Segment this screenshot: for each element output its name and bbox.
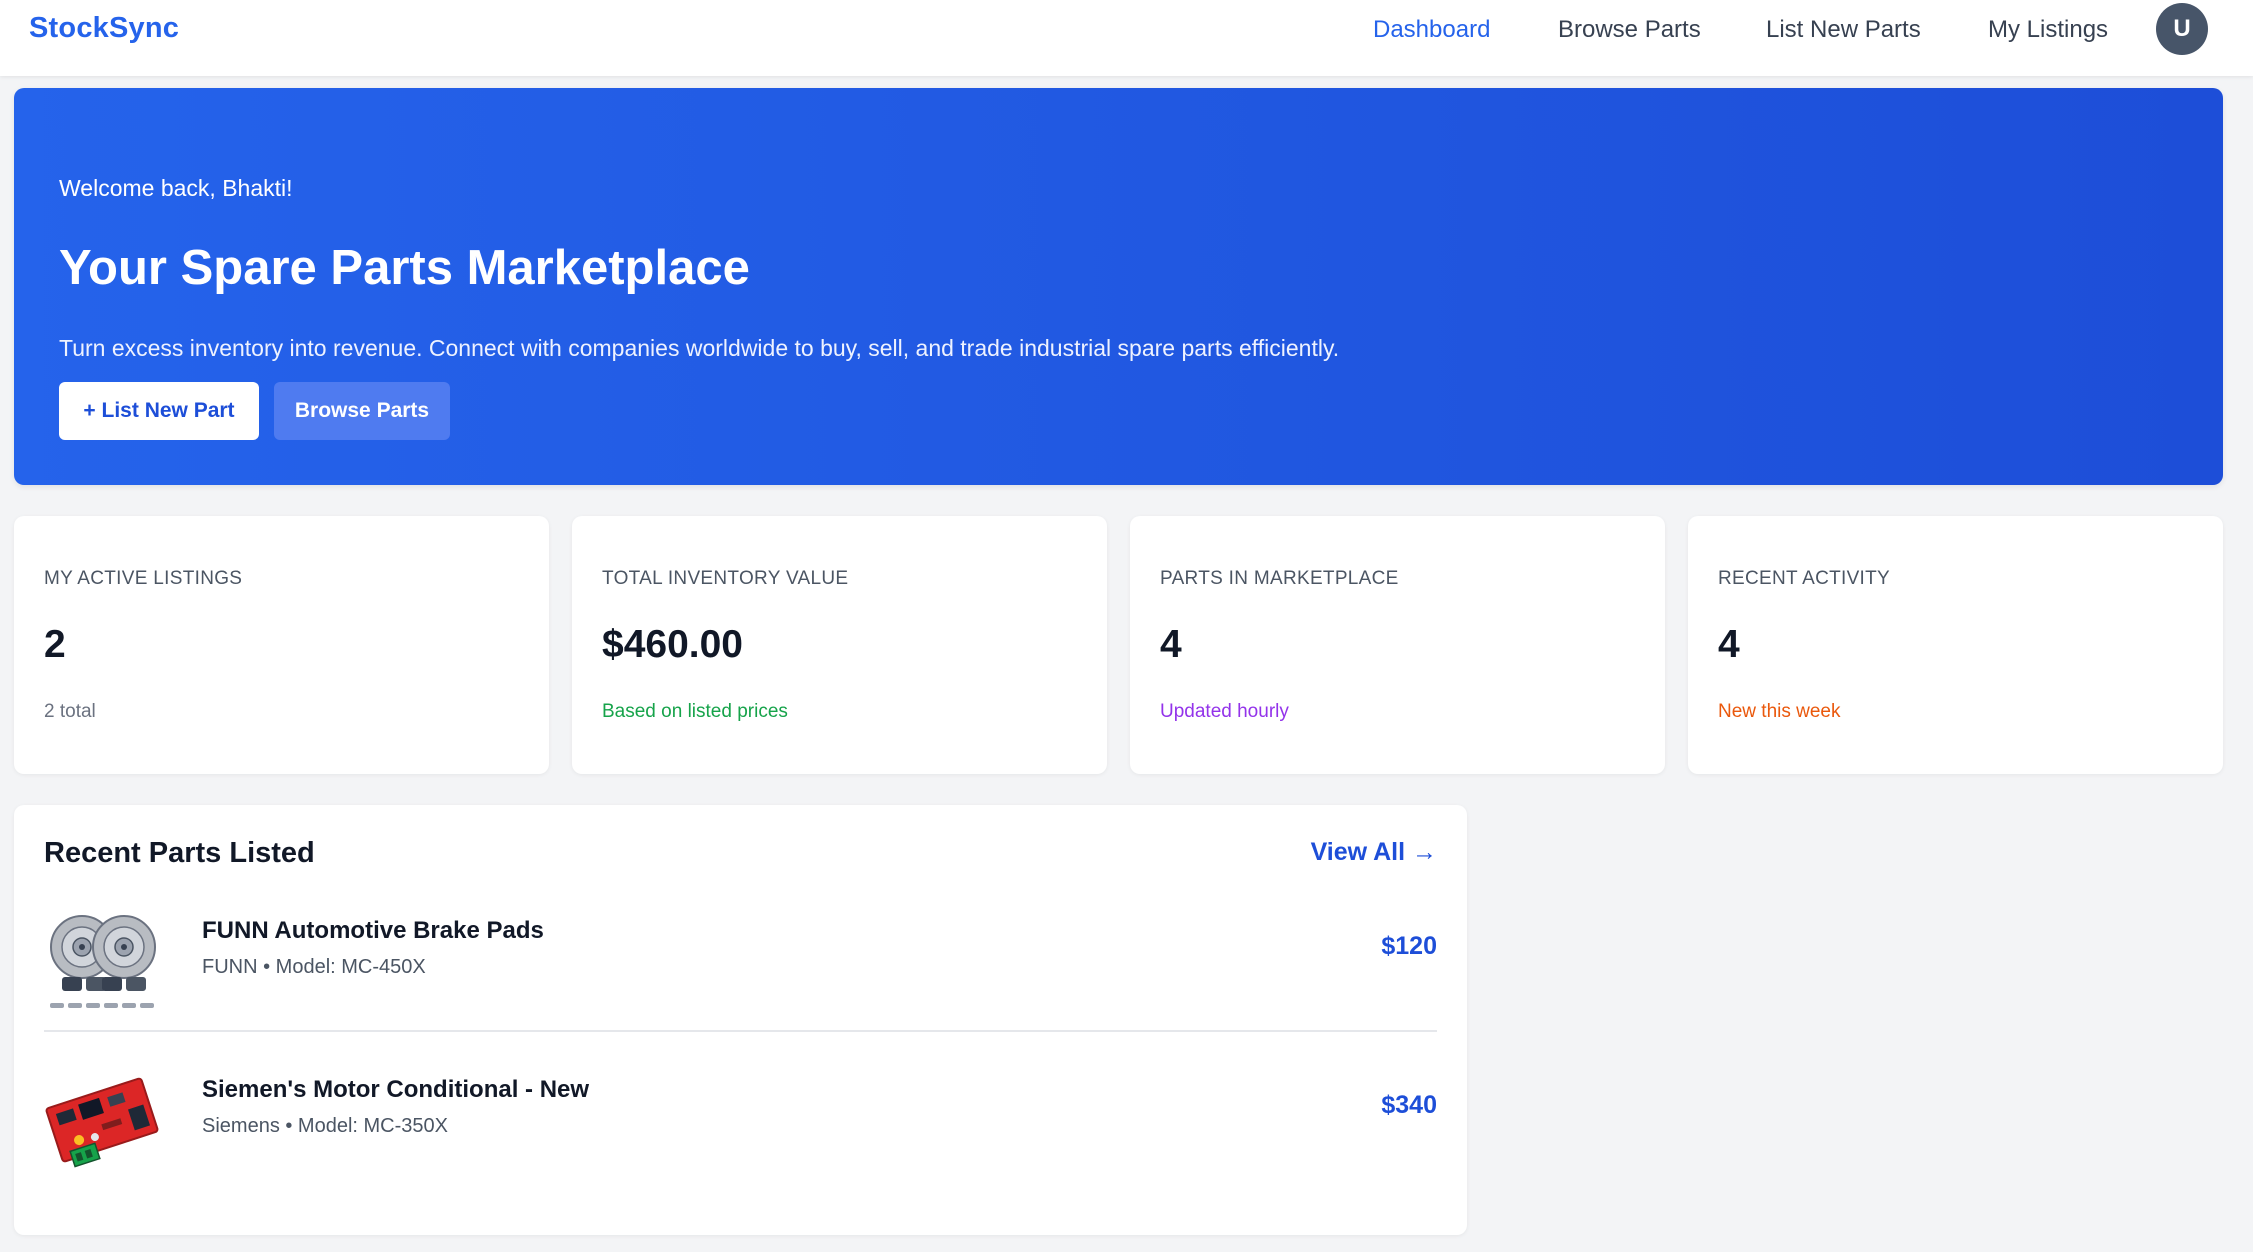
brand-logo[interactable]: StockSync [29, 12, 179, 45]
nav-my-listings[interactable]: My Listings [1988, 16, 2108, 44]
stat-subtext: Based on listed prices [602, 701, 788, 722]
part-meta: Siemens • Model: MC-350X [202, 1115, 448, 1137]
stat-card-inventory-value: TOTAL INVENTORY VALUE $460.00 Based on l… [572, 516, 1107, 774]
stat-label: PARTS IN MARKETPLACE [1160, 568, 1399, 589]
part-price: $120 [1381, 932, 1437, 960]
stat-label: MY ACTIVE LISTINGS [44, 568, 243, 589]
circuit-board-thumbnail [44, 1062, 161, 1179]
recent-parts-title: Recent Parts Listed [44, 837, 315, 869]
stat-value: 4 [1718, 623, 1740, 666]
nav-list-new-parts[interactable]: List New Parts [1766, 16, 1921, 44]
hero-title: Your Spare Parts Marketplace [59, 241, 750, 295]
part-name: FUNN Automotive Brake Pads [202, 917, 544, 944]
view-all-link[interactable]: View All → [1311, 838, 1437, 867]
hero-banner: Welcome back, Bhakti! Your Spare Parts M… [14, 88, 2223, 485]
recent-parts-panel: Recent Parts Listed View All → FUNN Auto… [14, 805, 1467, 1235]
stat-label: TOTAL INVENTORY VALUE [602, 568, 849, 589]
nav-browse-parts[interactable]: Browse Parts [1558, 16, 1701, 44]
stat-label: RECENT ACTIVITY [1718, 568, 1891, 589]
stat-value: 2 [44, 623, 66, 666]
part-name: Siemen's Motor Conditional - New [202, 1076, 590, 1103]
part-meta: FUNN • Model: MC-450X [202, 956, 426, 978]
stat-value: $460.00 [602, 623, 743, 666]
welcome-message: Welcome back, Bhakti! [59, 175, 293, 201]
top-navigation-bar: StockSync Dashboard Browse Parts List Ne… [0, 0, 2253, 76]
hero-description: Turn excess inventory into revenue. Conn… [59, 335, 1340, 361]
part-list-item[interactable]: Siemen's Motor Conditional - New Siemens… [44, 1034, 1437, 1191]
stat-card-marketplace-parts: PARTS IN MARKETPLACE 4 Updated hourly [1130, 516, 1665, 774]
user-avatar[interactable]: U [2156, 3, 2208, 55]
nav-dashboard[interactable]: Dashboard [1373, 16, 1490, 44]
part-list-item[interactable]: FUNN Automotive Brake Pads FUNN • Model:… [44, 875, 1437, 1032]
stat-subtext: 2 total [44, 701, 96, 722]
part-price: $340 [1381, 1091, 1437, 1119]
stat-card-active-listings: MY ACTIVE LISTINGS 2 2 total [14, 516, 549, 774]
stat-subtext: Updated hourly [1160, 701, 1289, 722]
brake-disc-thumbnail [44, 903, 161, 1020]
list-new-part-button[interactable]: + List New Part [59, 382, 259, 440]
stat-subtext: New this week [1718, 701, 1841, 722]
stat-card-recent-activity: RECENT ACTIVITY 4 New this week [1688, 516, 2223, 774]
browse-parts-button[interactable]: Browse Parts [274, 382, 450, 440]
stat-value: 4 [1160, 623, 1182, 666]
